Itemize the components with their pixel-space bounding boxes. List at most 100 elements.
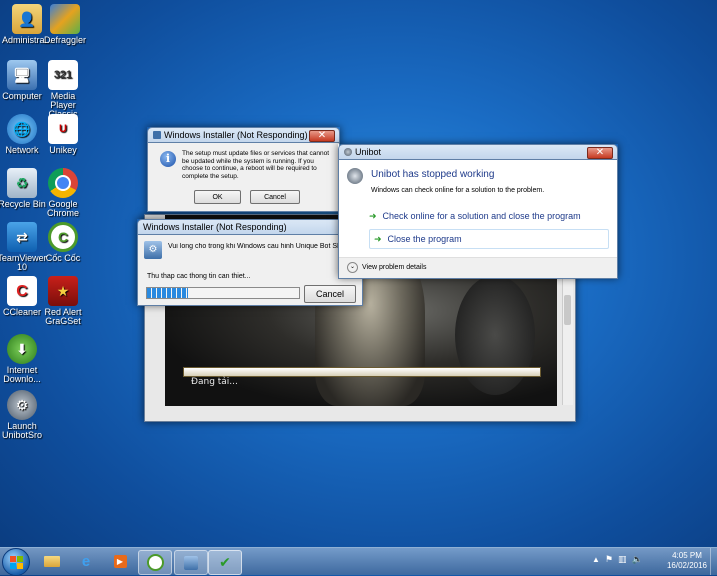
close-button[interactable]: ✕ xyxy=(587,147,613,159)
installer-progress-status: Thu thap cac thong tin can thiet... xyxy=(147,273,251,280)
desktop-icon-label: Cốc Cốc xyxy=(45,253,81,263)
desktop-icon-label: Google Chrome xyxy=(46,199,79,218)
installer-icon xyxy=(153,131,161,139)
cancel-button[interactable]: Cancel xyxy=(250,190,300,204)
installer-package-icon: ⚙ xyxy=(144,241,162,259)
desktop-icon-internet-download[interactable]: ⬇ Internet Downlo... xyxy=(0,334,47,384)
chevron-down-icon: ⌄ xyxy=(347,262,358,273)
unibot-icon: ⚙ xyxy=(7,390,37,420)
green-arrow-icon: ➜ xyxy=(374,233,382,244)
splash-dark-wing xyxy=(455,275,535,395)
media-player-icon: 321 xyxy=(48,60,78,90)
taskbar: e ▶ ✔ ▲ ⚑ ▥ 🔈 4:05 PM 16/02/2016 xyxy=(0,547,717,576)
ok-button[interactable]: OK xyxy=(194,190,241,204)
taskbar-internet-explorer[interactable]: e xyxy=(70,550,102,573)
close-button[interactable]: ✕ xyxy=(309,130,335,142)
clock[interactable]: 4:05 PM 16/02/2016 xyxy=(664,551,710,571)
installer-progress-fill xyxy=(147,288,189,298)
desktop-icon-label: Unikey xyxy=(49,145,77,155)
action-center-flag-icon[interactable]: ⚑ xyxy=(605,554,613,565)
network-globe-icon: 🌐 xyxy=(7,114,37,144)
windows-logo-icon xyxy=(9,555,23,569)
clock-date: 16/02/2016 xyxy=(666,561,708,570)
coccoc-icon xyxy=(146,554,164,571)
download-manager-icon: ⬇ xyxy=(7,334,37,364)
desktop-icon-defraggler[interactable]: Defraggler xyxy=(40,4,90,45)
desktop-icon-label: Launch UnibotSro xyxy=(1,421,43,440)
desktop-icon-red-alert[interactable]: ★ Red Alert GraGSet xyxy=(38,276,88,326)
taskbar-coc-coc[interactable] xyxy=(138,550,172,575)
close-program-option[interactable]: ➜ Close the program xyxy=(369,229,609,249)
chrome-icon xyxy=(48,168,78,198)
ccleaner-icon: C xyxy=(7,276,37,306)
desktop-icon-label: Internet Downlo... xyxy=(3,365,41,384)
recycle-bin-icon: ♻ xyxy=(7,168,37,198)
unibot-check-icon: ✔ xyxy=(219,554,231,570)
taskbar-unibot[interactable]: ✔ xyxy=(208,550,242,575)
installer-prompt-body: i The setup must update files or service… xyxy=(147,142,340,212)
installer-progress-window[interactable]: Windows Installer (Not Responding) ⚙ Vui… xyxy=(137,219,363,306)
volume-icon[interactable]: 🔈 xyxy=(632,554,643,565)
desktop-icon-media-player-classic[interactable]: 321 Media Player Classic xyxy=(38,60,88,119)
unikey-icon: U xyxy=(48,114,78,144)
installer-progress-cancel-button[interactable]: Cancel xyxy=(304,285,356,303)
crash-dialog[interactable]: Unibot ✕ Unibot has stopped working Wind… xyxy=(338,144,618,279)
internet-explorer-icon: e xyxy=(81,553,91,570)
scrollbar-thumb[interactable] xyxy=(564,295,571,325)
desktop-icon-label: Red Alert GraGSet xyxy=(44,307,82,326)
installer-progress-body: ⚙ Vui long cho trong khi Windows cau hin… xyxy=(137,234,363,306)
defraggler-icon xyxy=(50,4,80,34)
crash-subtext: Windows can check online for a solution … xyxy=(371,187,545,194)
check-online-label: Check online for a solution and close th… xyxy=(382,211,581,221)
crash-dialog-body: Unibot has stopped working Windows can c… xyxy=(338,159,618,279)
desktop-icon-label: Network xyxy=(5,145,39,155)
installer-progress-message: Vui long cho trong khi Windows cau hinh … xyxy=(168,243,362,250)
installer-progress-titlebar[interactable]: Windows Installer (Not Responding) xyxy=(137,219,363,234)
installer-prompt-message: The setup must update files or services … xyxy=(182,150,330,180)
taskbar-file-explorer[interactable] xyxy=(36,550,68,573)
folder-user-icon: 👤 xyxy=(12,4,42,34)
loading-bar-fill xyxy=(184,368,540,376)
desktop-icon-google-chrome[interactable]: Google Chrome xyxy=(38,168,88,218)
desktop-icon-label: CCleaner xyxy=(2,307,42,317)
unibot-small-icon xyxy=(344,148,352,156)
check-online-option[interactable]: ➜ Check online for a solution and close … xyxy=(369,207,609,225)
desktop-icon-launch-unibotsro[interactable]: ⚙ Launch UnibotSro xyxy=(0,390,47,440)
start-button[interactable] xyxy=(2,548,30,576)
desktop-icon-label: Defraggler xyxy=(43,35,87,45)
folder-icon xyxy=(44,556,60,567)
desktop-icon-label: Computer xyxy=(2,91,42,101)
installer-prompt-window[interactable]: Windows Installer (Not Responding) ✕ i T… xyxy=(147,127,340,212)
red-alert-icon: ★ xyxy=(48,276,78,306)
unibot-icon xyxy=(347,168,363,184)
installer-progress-bar xyxy=(146,287,300,299)
installer-icon xyxy=(184,555,198,570)
media-play-icon: ▶ xyxy=(113,555,127,568)
network-status-icon[interactable]: ▥ xyxy=(618,554,627,565)
close-program-label: Close the program xyxy=(387,234,462,244)
crash-footer: ⌄ View problem details xyxy=(339,257,617,278)
view-details-toggle[interactable]: ⌄ View problem details xyxy=(347,262,426,273)
show-desktop-button[interactable] xyxy=(710,548,717,575)
window-title: Unibot xyxy=(355,147,382,157)
info-icon: i xyxy=(160,151,176,167)
taskbar-media-player[interactable]: ▶ xyxy=(104,550,136,573)
coccoc-icon: C xyxy=(48,222,78,252)
show-hidden-icons-icon[interactable]: ▲ xyxy=(592,555,600,564)
window-title: Windows Installer (Not Responding) xyxy=(164,130,308,140)
crash-heading: Unibot has stopped working xyxy=(371,169,495,180)
desktop-icon-coc-coc[interactable]: C Cốc Cốc xyxy=(38,222,88,263)
loading-bar xyxy=(183,367,541,377)
clock-time: 4:05 PM xyxy=(672,551,702,560)
view-details-label: View problem details xyxy=(362,264,427,271)
computer-icon: 🖥 xyxy=(7,60,37,90)
crash-dialog-titlebar[interactable]: Unibot ✕ xyxy=(338,144,618,159)
system-tray: ▲ ⚑ ▥ 🔈 xyxy=(592,554,643,565)
green-arrow-icon: ➜ xyxy=(369,210,377,221)
window-title: Windows Installer (Not Responding) xyxy=(143,222,287,232)
taskbar-windows-installer[interactable] xyxy=(174,550,208,575)
teamviewer-icon: ⇄ xyxy=(7,222,37,252)
installer-prompt-titlebar[interactable]: Windows Installer (Not Responding) ✕ xyxy=(147,127,340,142)
loading-text: Đang tải... xyxy=(191,377,238,387)
desktop-icon-unikey[interactable]: U Unikey xyxy=(38,114,88,155)
